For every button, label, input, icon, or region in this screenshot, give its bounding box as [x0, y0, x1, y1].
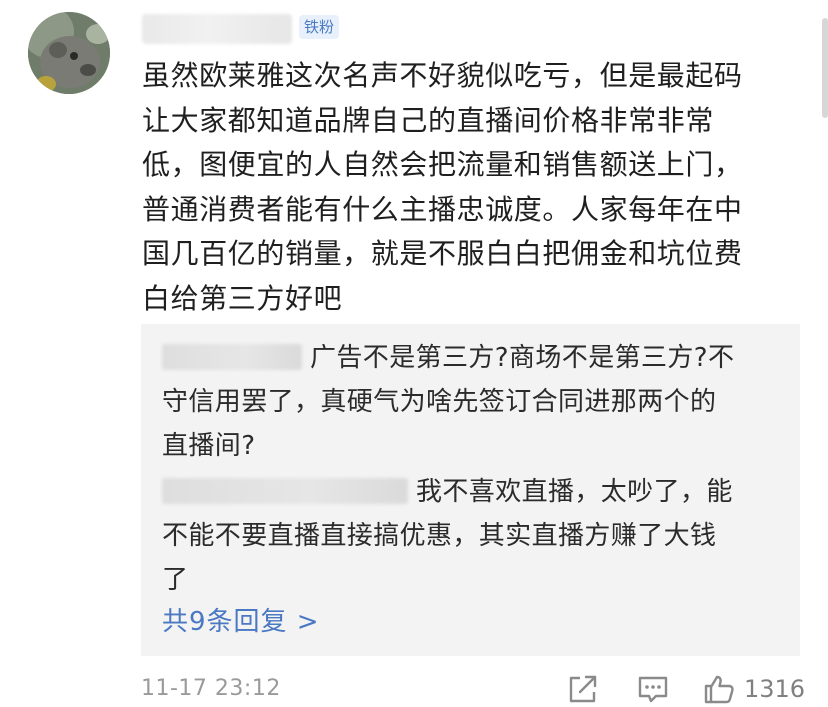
- reply-username-redacted[interactable]: [162, 477, 408, 504]
- like-icon: [704, 675, 734, 704]
- view-more-replies-link[interactable]: 共9条回复 >: [162, 600, 320, 644]
- reply-button[interactable]: [636, 672, 670, 706]
- comment-body: 虽然欧莱雅这次名声不好貌似吃亏，但是最起码 让大家都知道品牌自己的直播间价格非常…: [142, 54, 802, 321]
- reply-line: 了: [162, 565, 189, 595]
- fan-badge: 铁粉: [299, 15, 340, 39]
- share-button[interactable]: [566, 672, 600, 706]
- comment-icon: [638, 676, 668, 703]
- comment-line: 普通消费者能有什么主播忠诚度。人家每年在中: [142, 192, 743, 226]
- reply-line: 我不喜欢直播，太吵了，能: [162, 470, 772, 514]
- reply-line: 直播间?: [162, 431, 256, 461]
- comment-footer: 11-17 23:12 1316: [0, 668, 828, 707]
- comment-line: 国几百亿的销量，就是不服白白把佣金和坑位费: [142, 237, 743, 270]
- reply-text: 我不喜欢直播，太吵了，能: [416, 477, 733, 507]
- replies-box[interactable]: 广告不是第三方?商场不是第三方?不 守信用罢了，真硬气为啥先签订合同进那两个的 …: [141, 324, 800, 656]
- reply-line: 守信用罢了，真硬气为啥先签订合同进那两个的: [162, 387, 717, 417]
- username-redacted[interactable]: [142, 14, 292, 44]
- avatar[interactable]: [28, 12, 110, 94]
- comment-line: 让大家都知道品牌自己的直播间价格非常非常: [142, 103, 715, 137]
- comment-line: 虽然欧莱雅这次名声不好貌似吃亏，但是最起码: [142, 59, 743, 92]
- reply-text: 广告不是第三方?商场不是第三方?不: [310, 343, 735, 373]
- reply-username-redacted[interactable]: [162, 343, 302, 370]
- reply-item[interactable]: 广告不是第三方?商场不是第三方?不 守信用罢了，真硬气为啥先签订合同进那两个的 …: [162, 336, 772, 468]
- comment-card: 铁粉 虽然欧莱雅这次名声不好貌似吃亏，但是最起码 让大家都知道品牌自己的直播间价…: [0, 0, 828, 707]
- timestamp: 11-17 23:12: [141, 676, 281, 701]
- comment-line: 低，图便宜的人自然会把流量和销售额送上门，: [142, 148, 743, 181]
- share-icon: [569, 675, 597, 703]
- avatar-image: [28, 12, 110, 94]
- reply-line: 不能不要直播直接搞优惠，其实直播方赚了大钱: [162, 521, 717, 551]
- reply-item[interactable]: 我不喜欢直播，太吵了，能 不能不要直播直接搞优惠，其实直播方赚了大钱 了: [162, 470, 772, 602]
- scrollbar[interactable]: [822, 18, 828, 118]
- like-count: 1316: [744, 675, 806, 703]
- like-button[interactable]: 1316: [702, 672, 805, 706]
- reply-line: 广告不是第三方?商场不是第三方?不: [162, 336, 772, 380]
- comment-line: 白给第三方好吧: [142, 281, 343, 315]
